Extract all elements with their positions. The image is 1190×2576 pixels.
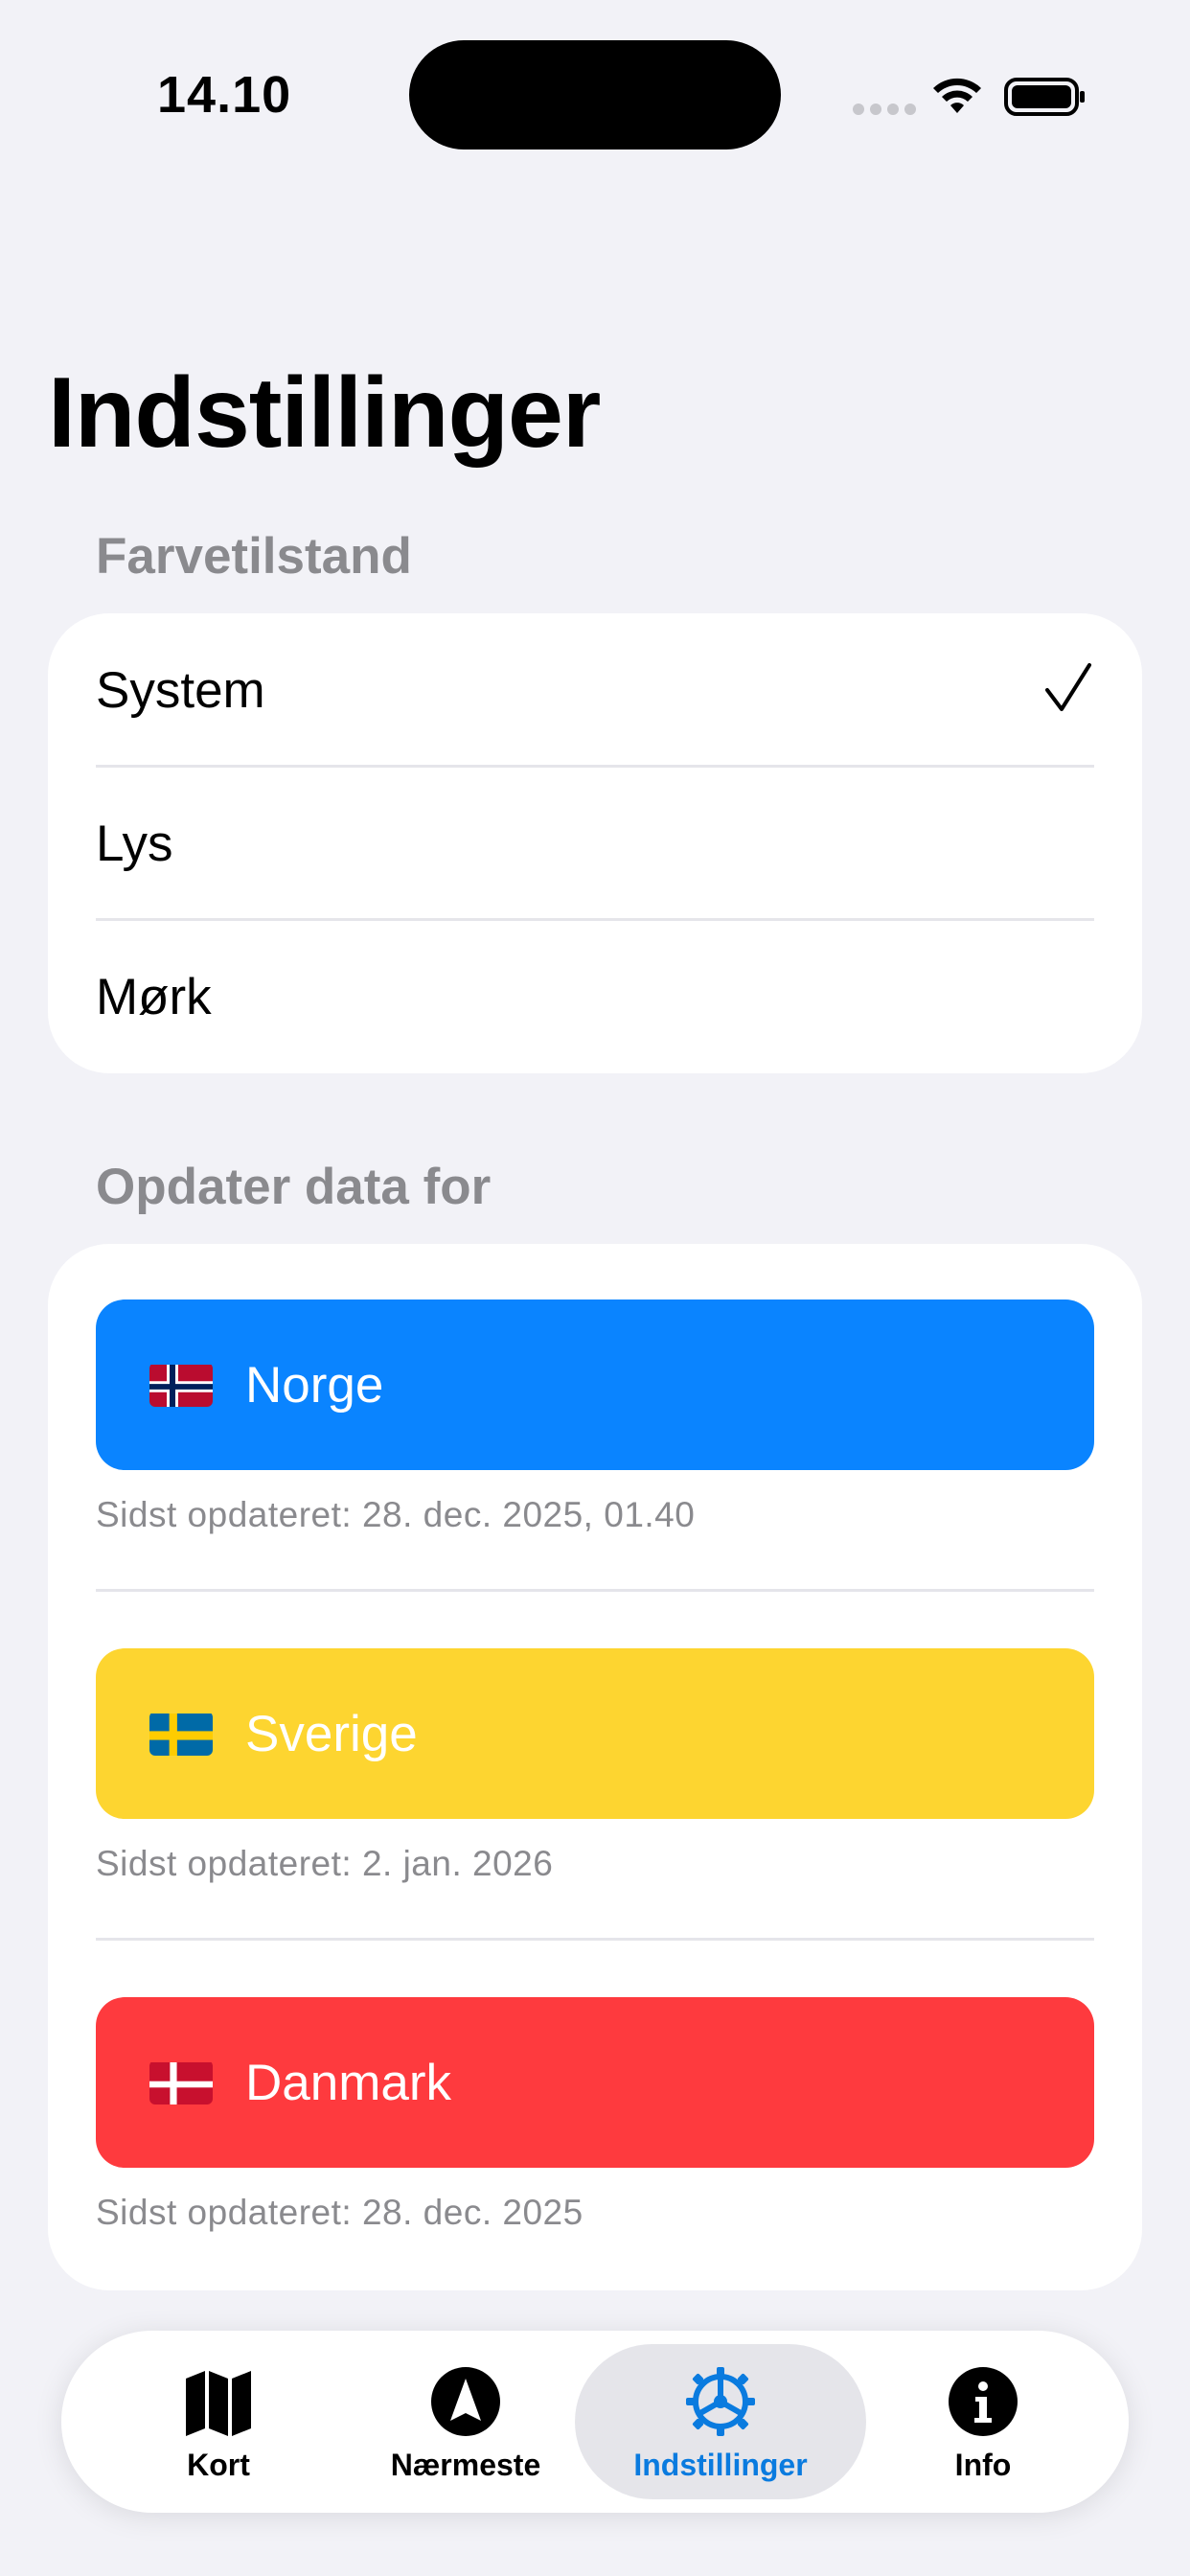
country-label: Danmark	[245, 2054, 452, 2111]
color-mode-header: Farvetilstand	[96, 528, 412, 585]
update-data-card: Norge Sidst opdateret: 28. dec. 2025, 01…	[48, 1244, 1142, 2290]
color-mode-option-light[interactable]: Lys	[96, 767, 1094, 920]
battery-icon	[1004, 78, 1085, 116]
tab-naermeste[interactable]: Nærmeste	[349, 2344, 583, 2499]
last-updated-text: Sidst opdateret: 2. jan. 2026	[96, 1844, 554, 1883]
dynamic-island	[409, 40, 781, 150]
status-time: 14.10	[157, 66, 292, 124]
page-title: Indstillinger	[48, 357, 601, 469]
color-mode-option-dark[interactable]: Mørk	[96, 920, 1094, 1073]
denmark-flag-icon	[149, 2060, 213, 2104]
settings-screen: 14.10 Indstillinger Farvetilstand System…	[0, 0, 1190, 2576]
divider	[96, 1589, 1094, 1592]
tab-bar: Kort Nærmeste Indstillinger Info	[61, 2331, 1129, 2513]
tab-label: Indstillinger	[633, 2448, 808, 2482]
cellular-signal-icon	[853, 104, 916, 115]
map-icon	[186, 2371, 251, 2436]
option-label: System	[96, 661, 265, 719]
tab-label: Nærmeste	[390, 2448, 541, 2482]
option-label: Mørk	[96, 968, 212, 1025]
update-denmark-button[interactable]: Danmark	[96, 1997, 1094, 2168]
update-norway-button[interactable]: Norge	[96, 1300, 1094, 1470]
country-label: Norge	[245, 1356, 384, 1414]
divider	[96, 1938, 1094, 1941]
last-updated-text: Sidst opdateret: 28. dec. 2025	[96, 2193, 584, 2232]
tab-label: Kort	[187, 2448, 250, 2482]
country-label: Sverige	[245, 1705, 418, 1762]
last-updated-text: Sidst opdateret: 28. dec. 2025, 01.40	[96, 1495, 696, 1534]
color-mode-card: System Lys Mørk	[48, 613, 1142, 1073]
tab-indstillinger[interactable]: Indstillinger	[575, 2344, 866, 2499]
tab-kort[interactable]: Kort	[102, 2344, 335, 2499]
gear-icon	[686, 2367, 755, 2436]
update-data-header: Opdater data for	[96, 1159, 492, 1215]
wifi-icon	[933, 78, 981, 113]
update-sweden-button[interactable]: Sverige	[96, 1648, 1094, 1819]
norway-flag-icon	[149, 1363, 213, 1407]
option-label: Lys	[96, 815, 173, 872]
navigation-arrow-icon	[431, 2367, 500, 2436]
tab-label: Info	[954, 2448, 1012, 2482]
tab-info[interactable]: Info	[878, 2344, 1088, 2499]
info-icon	[949, 2367, 1018, 2436]
checkmark-icon	[1045, 663, 1091, 711]
sweden-flag-icon	[149, 1712, 213, 1756]
color-mode-option-system[interactable]: System	[96, 613, 1094, 767]
